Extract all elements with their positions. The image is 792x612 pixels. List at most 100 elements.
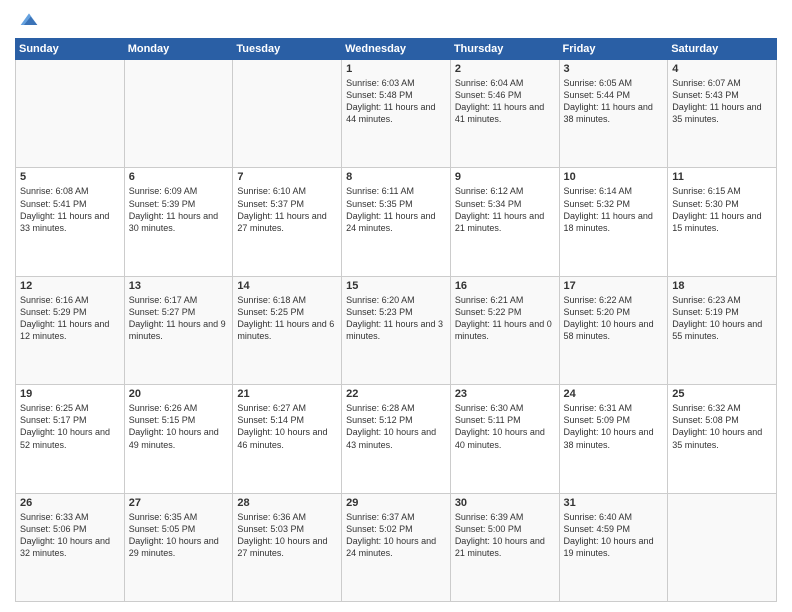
page: SundayMondayTuesdayWednesdayThursdayFrid… xyxy=(0,0,792,612)
calendar-cell: 21 Sunrise: 6:27 AM Sunset: 5:14 PM Dayli… xyxy=(233,385,342,493)
week-row-3: 19 Sunrise: 6:25 AM Sunset: 5:17 PM Dayli… xyxy=(16,385,777,493)
day-info: Sunrise: 6:31 AM Sunset: 5:09 PM Dayligh… xyxy=(564,402,664,451)
calendar-cell xyxy=(16,60,125,168)
day-number: 29 xyxy=(346,497,446,509)
logo-icon xyxy=(19,10,39,30)
day-info: Sunrise: 6:04 AM Sunset: 5:46 PM Dayligh… xyxy=(455,77,555,126)
day-number: 2 xyxy=(455,63,555,75)
calendar-cell: 10 Sunrise: 6:14 AM Sunset: 5:32 PM Dayli… xyxy=(559,168,668,276)
day-info: Sunrise: 6:25 AM Sunset: 5:17 PM Dayligh… xyxy=(20,402,120,451)
calendar-cell: 7 Sunrise: 6:10 AM Sunset: 5:37 PM Daylig… xyxy=(233,168,342,276)
day-info: Sunrise: 6:32 AM Sunset: 5:08 PM Dayligh… xyxy=(672,402,772,451)
calendar-cell: 18 Sunrise: 6:23 AM Sunset: 5:19 PM Dayli… xyxy=(668,276,777,384)
weekday-header-sunday: Sunday xyxy=(16,39,125,60)
day-number: 18 xyxy=(672,280,772,292)
calendar-cell: 2 Sunrise: 6:04 AM Sunset: 5:46 PM Daylig… xyxy=(450,60,559,168)
calendar-cell: 4 Sunrise: 6:07 AM Sunset: 5:43 PM Daylig… xyxy=(668,60,777,168)
day-info: Sunrise: 6:35 AM Sunset: 5:05 PM Dayligh… xyxy=(129,511,229,560)
day-number: 8 xyxy=(346,171,446,183)
calendar-cell: 24 Sunrise: 6:31 AM Sunset: 5:09 PM Dayli… xyxy=(559,385,668,493)
calendar-cell: 6 Sunrise: 6:09 AM Sunset: 5:39 PM Daylig… xyxy=(124,168,233,276)
day-info: Sunrise: 6:17 AM Sunset: 5:27 PM Dayligh… xyxy=(129,294,229,343)
day-info: Sunrise: 6:33 AM Sunset: 5:06 PM Dayligh… xyxy=(20,511,120,560)
day-number: 23 xyxy=(455,388,555,400)
week-row-2: 12 Sunrise: 6:16 AM Sunset: 5:29 PM Dayli… xyxy=(16,276,777,384)
weekday-header-tuesday: Tuesday xyxy=(233,39,342,60)
calendar-cell: 12 Sunrise: 6:16 AM Sunset: 5:29 PM Dayli… xyxy=(16,276,125,384)
calendar-cell: 15 Sunrise: 6:20 AM Sunset: 5:23 PM Dayli… xyxy=(342,276,451,384)
day-number: 10 xyxy=(564,171,664,183)
calendar-cell xyxy=(233,60,342,168)
day-number: 3 xyxy=(564,63,664,75)
day-info: Sunrise: 6:26 AM Sunset: 5:15 PM Dayligh… xyxy=(129,402,229,451)
day-number: 1 xyxy=(346,63,446,75)
day-info: Sunrise: 6:23 AM Sunset: 5:19 PM Dayligh… xyxy=(672,294,772,343)
day-number: 11 xyxy=(672,171,772,183)
day-info: Sunrise: 6:05 AM Sunset: 5:44 PM Dayligh… xyxy=(564,77,664,126)
week-row-1: 5Sunrise: 6:08 AM Sunset: 5:41 PM Daylig… xyxy=(16,168,777,276)
weekday-header-saturday: Saturday xyxy=(668,39,777,60)
day-info: Sunrise: 6:07 AM Sunset: 5:43 PM Dayligh… xyxy=(672,77,772,126)
day-number: 15 xyxy=(346,280,446,292)
day-info: Sunrise: 6:39 AM Sunset: 5:00 PM Dayligh… xyxy=(455,511,555,560)
day-info: Sunrise: 6:27 AM Sunset: 5:14 PM Dayligh… xyxy=(237,402,337,451)
calendar-cell xyxy=(668,493,777,601)
day-number: 12 xyxy=(20,280,120,292)
calendar-cell: 5Sunrise: 6:08 AM Sunset: 5:41 PM Daylig… xyxy=(16,168,125,276)
day-info: Sunrise: 6:10 AM Sunset: 5:37 PM Dayligh… xyxy=(237,185,337,234)
calendar-cell: 23 Sunrise: 6:30 AM Sunset: 5:11 PM Dayli… xyxy=(450,385,559,493)
day-number: 13 xyxy=(129,280,229,292)
calendar-cell: 9Sunrise: 6:12 AM Sunset: 5:34 PM Daylig… xyxy=(450,168,559,276)
day-number: 24 xyxy=(564,388,664,400)
day-number: 27 xyxy=(129,497,229,509)
day-info: Sunrise: 6:36 AM Sunset: 5:03 PM Dayligh… xyxy=(237,511,337,560)
week-row-4: 26 Sunrise: 6:33 AM Sunset: 5:06 PM Dayli… xyxy=(16,493,777,601)
calendar-cell: 30 Sunrise: 6:39 AM Sunset: 5:00 PM Dayli… xyxy=(450,493,559,601)
day-number: 19 xyxy=(20,388,120,400)
day-number: 9 xyxy=(455,171,555,183)
calendar-cell: 1Sunrise: 6:03 AM Sunset: 5:48 PM Daylig… xyxy=(342,60,451,168)
calendar-cell: 27 Sunrise: 6:35 AM Sunset: 5:05 PM Dayli… xyxy=(124,493,233,601)
weekday-header-thursday: Thursday xyxy=(450,39,559,60)
calendar-cell: 29Sunrise: 6:37 AM Sunset: 5:02 PM Dayli… xyxy=(342,493,451,601)
week-row-0: 1Sunrise: 6:03 AM Sunset: 5:48 PM Daylig… xyxy=(16,60,777,168)
day-number: 20 xyxy=(129,388,229,400)
day-info: Sunrise: 6:18 AM Sunset: 5:25 PM Dayligh… xyxy=(237,294,337,343)
day-number: 28 xyxy=(237,497,337,509)
day-number: 4 xyxy=(672,63,772,75)
day-info: Sunrise: 6:15 AM Sunset: 5:30 PM Dayligh… xyxy=(672,185,772,234)
day-number: 5 xyxy=(20,171,120,183)
day-number: 14 xyxy=(237,280,337,292)
calendar-cell: 8 Sunrise: 6:11 AM Sunset: 5:35 PM Daylig… xyxy=(342,168,451,276)
calendar-cell: 28 Sunrise: 6:36 AM Sunset: 5:03 PM Dayli… xyxy=(233,493,342,601)
day-number: 17 xyxy=(564,280,664,292)
day-info: Sunrise: 6:22 AM Sunset: 5:20 PM Dayligh… xyxy=(564,294,664,343)
calendar-cell: 22Sunrise: 6:28 AM Sunset: 5:12 PM Dayli… xyxy=(342,385,451,493)
day-number: 31 xyxy=(564,497,664,509)
day-info: Sunrise: 6:11 AM Sunset: 5:35 PM Dayligh… xyxy=(346,185,446,234)
header xyxy=(15,10,777,30)
day-number: 7 xyxy=(237,171,337,183)
day-info: Sunrise: 6:14 AM Sunset: 5:32 PM Dayligh… xyxy=(564,185,664,234)
day-number: 6 xyxy=(129,171,229,183)
calendar-cell: 14 Sunrise: 6:18 AM Sunset: 5:25 PM Dayli… xyxy=(233,276,342,384)
day-number: 26 xyxy=(20,497,120,509)
day-info: Sunrise: 6:09 AM Sunset: 5:39 PM Dayligh… xyxy=(129,185,229,234)
calendar-cell: 25 Sunrise: 6:32 AM Sunset: 5:08 PM Dayli… xyxy=(668,385,777,493)
calendar-cell: 13 Sunrise: 6:17 AM Sunset: 5:27 PM Dayli… xyxy=(124,276,233,384)
calendar-table: SundayMondayTuesdayWednesdayThursdayFrid… xyxy=(15,38,777,602)
day-info: Sunrise: 6:30 AM Sunset: 5:11 PM Dayligh… xyxy=(455,402,555,451)
day-number: 16 xyxy=(455,280,555,292)
day-number: 30 xyxy=(455,497,555,509)
calendar-cell: 20 Sunrise: 6:26 AM Sunset: 5:15 PM Dayli… xyxy=(124,385,233,493)
day-number: 21 xyxy=(237,388,337,400)
logo xyxy=(15,10,39,30)
calendar-cell: 17 Sunrise: 6:22 AM Sunset: 5:20 PM Dayli… xyxy=(559,276,668,384)
day-info: Sunrise: 6:20 AM Sunset: 5:23 PM Dayligh… xyxy=(346,294,446,343)
day-info: Sunrise: 6:16 AM Sunset: 5:29 PM Dayligh… xyxy=(20,294,120,343)
day-info: Sunrise: 6:21 AM Sunset: 5:22 PM Dayligh… xyxy=(455,294,555,343)
day-number: 22 xyxy=(346,388,446,400)
weekday-header-monday: Monday xyxy=(124,39,233,60)
day-number: 25 xyxy=(672,388,772,400)
calendar-cell: 16 Sunrise: 6:21 AM Sunset: 5:22 PM Dayli… xyxy=(450,276,559,384)
